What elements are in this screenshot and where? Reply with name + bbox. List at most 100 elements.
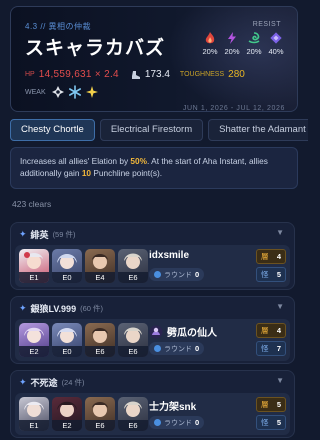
desc-value-1: 50% bbox=[130, 156, 148, 166]
monster-value: 7 bbox=[276, 344, 281, 353]
character-portrait-icon bbox=[24, 252, 43, 269]
group-header[interactable]: ✦ 不死途 (24 件) bbox=[19, 376, 84, 389]
eidolon-label: E0 bbox=[52, 346, 82, 357]
group-count: (24 件) bbox=[61, 378, 85, 387]
chevron-down-icon[interactable]: ▼ bbox=[276, 376, 284, 385]
round-value: 0 bbox=[195, 344, 200, 353]
boot-icon bbox=[131, 70, 140, 79]
monster-badge: 怪5 bbox=[256, 267, 286, 282]
eidolon-label: E1 bbox=[19, 272, 49, 283]
character-avatar[interactable]: E6 bbox=[118, 323, 148, 357]
group-header[interactable]: ✦ 銀狼LV.999 (60 件) bbox=[19, 302, 103, 315]
team-avatars: E2 E0 E6 E6 bbox=[19, 323, 148, 357]
eidolon-label: E0 bbox=[52, 272, 82, 283]
character-avatar[interactable]: E1 bbox=[19, 397, 49, 431]
character-portrait-icon bbox=[92, 254, 108, 269]
clears-count: 423 clears bbox=[12, 199, 52, 209]
star-icon: ✦ bbox=[19, 229, 27, 239]
tab-chesty-chortle[interactable]: Chesty Chortle bbox=[10, 119, 95, 141]
boss-name: スキャラカバズ bbox=[25, 37, 166, 59]
score-badges: 層5 怪5 bbox=[256, 397, 286, 430]
character-portrait-icon bbox=[124, 327, 142, 343]
player-info: idxsmile bbox=[149, 250, 189, 261]
resist-fire-value: 20% bbox=[202, 47, 218, 56]
resist-title: RESIST bbox=[252, 21, 281, 28]
desc-text-3: Punchline point(s). bbox=[91, 168, 163, 178]
cycle-icon bbox=[154, 345, 161, 352]
character-portrait-icon bbox=[124, 401, 142, 417]
clear-entry[interactable]: E2 E0 E6 E6 劈瓜の仙人 ラウンド 0 層 4 怪 7 bbox=[15, 319, 290, 361]
buff-description: Increases all allies' Elation by 50%. At… bbox=[10, 147, 298, 189]
character-portrait-icon bbox=[92, 402, 108, 417]
fire-icon bbox=[205, 32, 215, 44]
cycle-icon bbox=[154, 271, 161, 278]
monster-value: 5 bbox=[276, 270, 281, 279]
group-count: (60 件) bbox=[80, 304, 103, 313]
monster-label: 怪 bbox=[261, 344, 269, 353]
character-portrait-icon bbox=[57, 401, 77, 417]
resist-quantum: 40% bbox=[267, 31, 285, 56]
character-avatar[interactable]: E1 bbox=[19, 249, 49, 283]
player-name[interactable]: 士力架snk bbox=[149, 398, 196, 413]
hp-value: 14,559,631 × 2.4 bbox=[38, 69, 119, 80]
round-value: 0 bbox=[195, 270, 200, 279]
team-group: ✦ 緋英 (59 件) ▼ E1 E0 E4 E6 idxsmile ラウンド … bbox=[10, 222, 295, 290]
desc-text-1: Increases all allies' Elation by bbox=[20, 156, 131, 166]
cycle-icon bbox=[154, 419, 161, 426]
floor-badge: 層4 bbox=[256, 323, 286, 338]
resist-lightning: 20% bbox=[223, 31, 241, 56]
player-name[interactable]: 劈瓜の仙人 bbox=[167, 324, 217, 339]
boss-stats: HP 14,559,631 × 2.4 173.4 TOUGHNESS 280 bbox=[25, 69, 245, 80]
team-avatars: E1 E0 E4 E6 bbox=[19, 249, 148, 283]
eidolon-label: E6 bbox=[118, 272, 148, 283]
player-info: 劈瓜の仙人 bbox=[149, 324, 217, 339]
hp-label: HP bbox=[25, 71, 35, 78]
group-header[interactable]: ✦ 緋英 (59 件) bbox=[19, 228, 75, 241]
eidolon-label: E6 bbox=[85, 346, 115, 357]
character-portrait-icon bbox=[24, 327, 44, 343]
clear-entry[interactable]: E1 E0 E4 E6 idxsmile ラウンド 0 層4 怪5 bbox=[15, 245, 290, 287]
character-avatar[interactable]: E0 bbox=[52, 323, 82, 357]
eidolon-label: E6 bbox=[118, 420, 148, 431]
group-count: (59 件) bbox=[52, 230, 76, 239]
weak-label: WEAK bbox=[25, 88, 46, 96]
monster-badge: 怪5 bbox=[256, 415, 286, 430]
character-avatar[interactable]: E0 bbox=[52, 249, 82, 283]
chevron-down-icon[interactable]: ▼ bbox=[276, 302, 284, 311]
toughness-value: 280 bbox=[228, 69, 245, 80]
character-portrait-icon bbox=[92, 328, 108, 343]
character-avatar[interactable]: E6 bbox=[118, 397, 148, 431]
character-portrait-icon bbox=[57, 328, 77, 343]
tab-shatter-the-adamant[interactable]: Shatter the Adamant bbox=[208, 119, 308, 141]
resist-fire: 20% bbox=[201, 31, 219, 56]
character-avatar[interactable]: E2 bbox=[52, 397, 82, 431]
tab-electrical-firestorm[interactable]: Electrical Firestorm bbox=[99, 119, 204, 141]
team-avatars: E1 E2 E6 E6 bbox=[19, 397, 148, 431]
lightning-icon bbox=[228, 32, 236, 44]
player-name[interactable]: idxsmile bbox=[149, 250, 189, 261]
character-avatar[interactable]: E6 bbox=[85, 397, 115, 431]
resist-wind: 20% bbox=[245, 31, 263, 56]
character-avatar[interactable]: E6 bbox=[118, 249, 148, 283]
character-avatar[interactable]: E2 bbox=[19, 323, 49, 357]
resist-quantum-value: 40% bbox=[268, 47, 284, 56]
group-name: 緋英 bbox=[30, 230, 49, 240]
clear-entry[interactable]: E1 E2 E6 E6 士力架snk ラウンド 0 層5 怪5 bbox=[15, 393, 290, 435]
round-indicator: ラウンド 0 bbox=[149, 268, 205, 281]
round-label: ラウンド bbox=[164, 345, 192, 353]
speed-value: 173.4 bbox=[144, 69, 170, 80]
chevron-down-icon[interactable]: ▼ bbox=[276, 228, 284, 237]
eidolon-label: E2 bbox=[52, 420, 82, 431]
character-avatar[interactable]: E6 bbox=[85, 323, 115, 357]
quantum-icon bbox=[270, 32, 282, 44]
star-icon: ✦ bbox=[19, 303, 27, 313]
floor-label: 層 bbox=[261, 252, 269, 261]
monster-label: 怪 bbox=[261, 270, 269, 279]
boss-card: 4.3 // 異相の仲裁 スキャラカバズ HP 14,559,631 × 2.4… bbox=[10, 6, 298, 112]
resist-lightning-value: 20% bbox=[224, 47, 240, 56]
eidolon-label: E1 bbox=[19, 420, 49, 431]
score-badges: 層4 怪5 bbox=[256, 249, 286, 282]
character-icon bbox=[149, 325, 163, 338]
character-avatar[interactable]: E4 bbox=[85, 249, 115, 283]
floor-label: 層 bbox=[261, 326, 269, 335]
